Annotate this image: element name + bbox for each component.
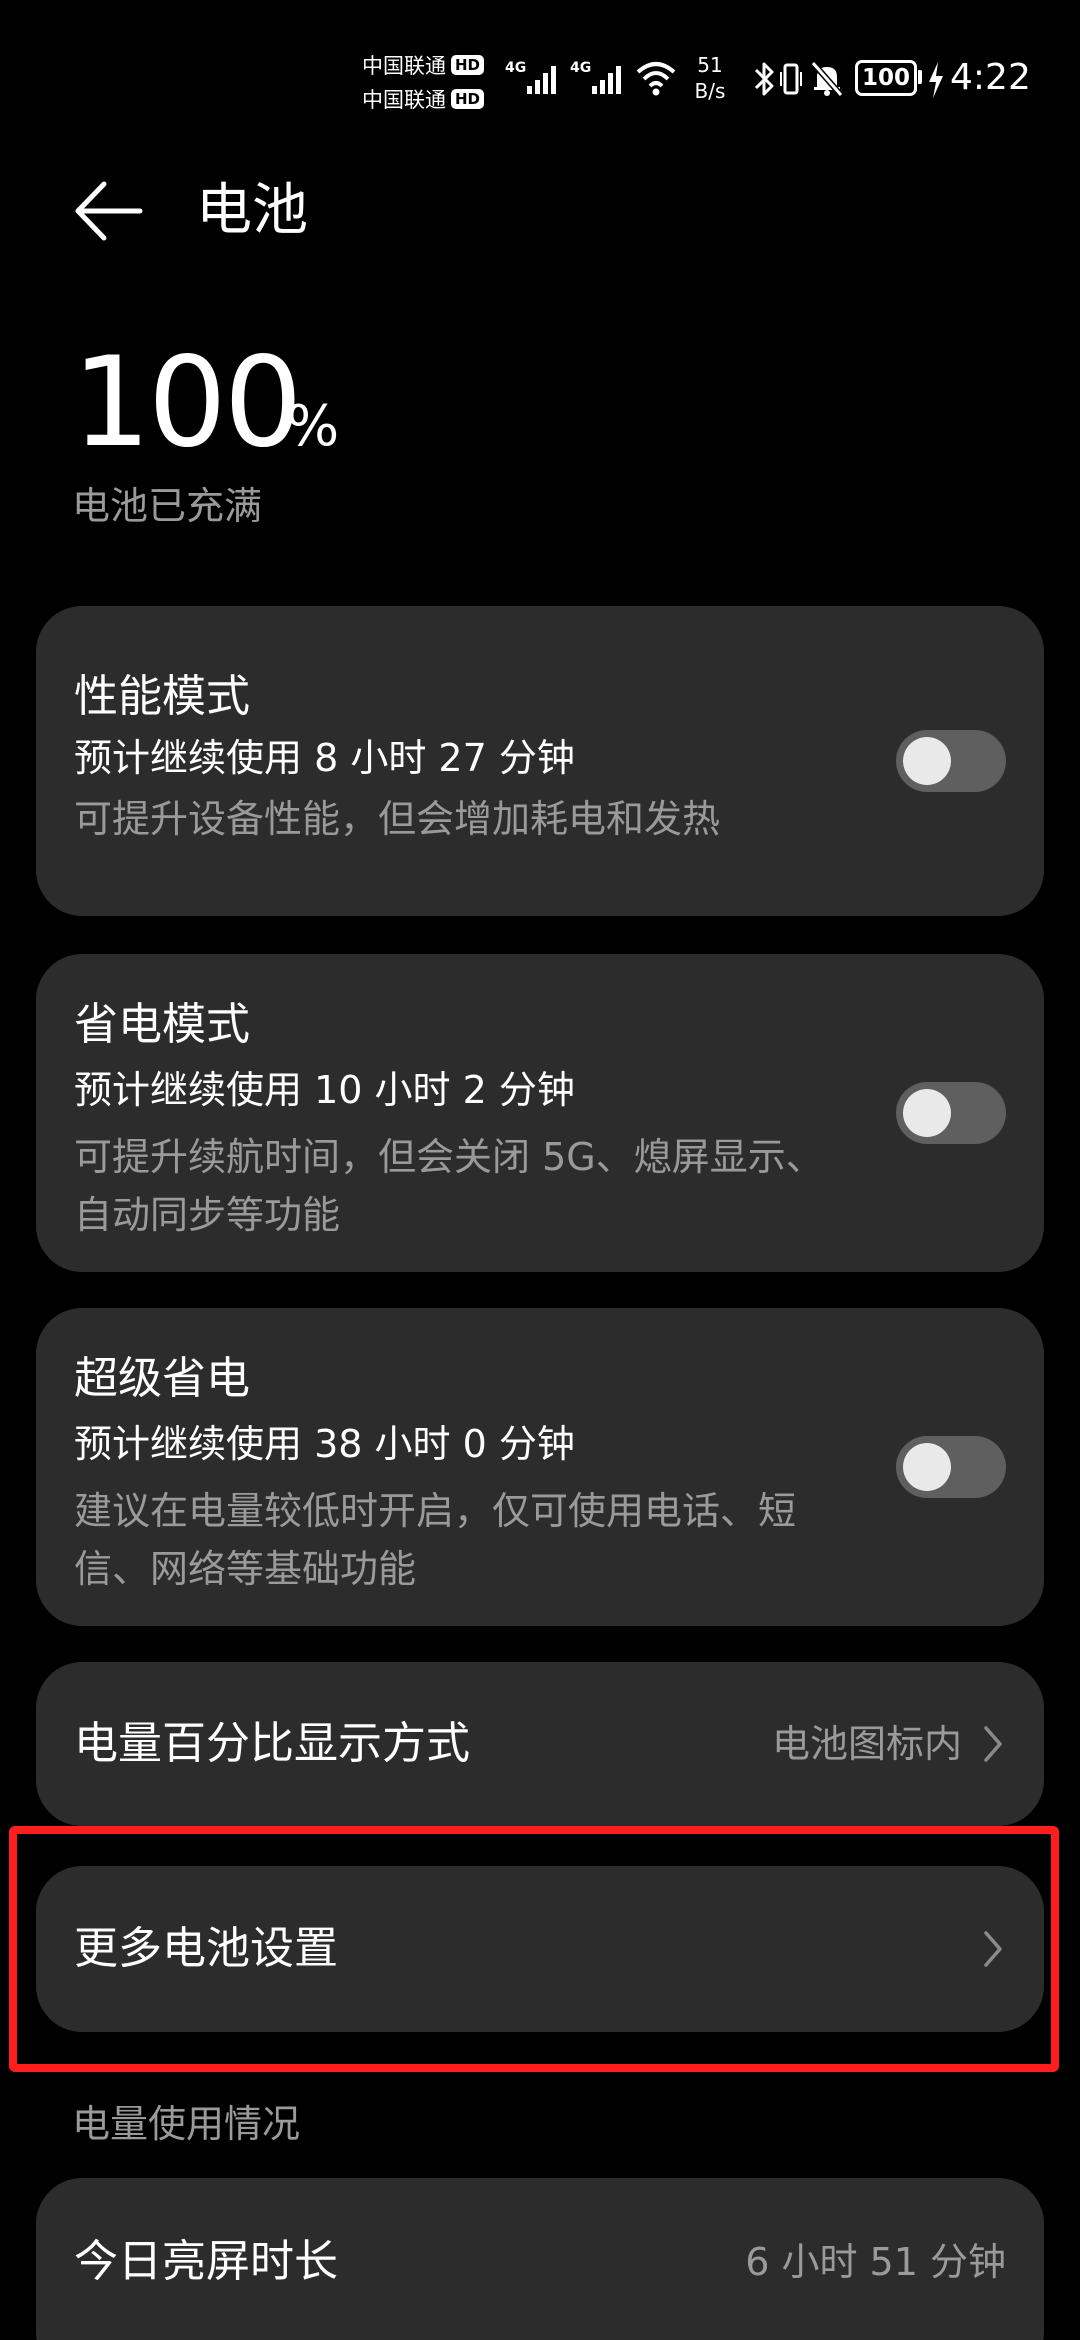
chevron-right-icon <box>984 1726 1002 1762</box>
carrier-info: 中国联通 HD 中国联通 HD <box>362 48 494 116</box>
mode-description: 可提升续航时间，但会关闭 5G、熄屏显示、自动同步等功能 <box>74 1135 824 1237</box>
carrier-name: 中国联通 <box>362 54 446 78</box>
bluetooth-icon <box>754 62 774 96</box>
clock: 4:22 <box>950 57 1031 98</box>
charging-bolt-icon <box>929 62 943 98</box>
signal-4g-icon: 4G <box>570 60 621 94</box>
row-label: 电量百分比显示方式 <box>74 1718 470 1769</box>
section-header: 电量使用情况 <box>72 2102 301 2146</box>
row-value: 电池图标内 <box>771 1722 962 1766</box>
mode-title: 超级省电 <box>74 1353 250 1404</box>
power-saving-toggle[interactable] <box>896 1082 1006 1144</box>
battery-status: 电池已充满 <box>72 484 263 528</box>
speed-value: 51 <box>697 53 723 77</box>
mode-estimate: 预计继续使用 8 小时 27 分钟 <box>74 736 575 780</box>
speed-unit: B/s <box>694 79 726 103</box>
hd-badge: HD <box>451 55 485 75</box>
toggle-knob <box>903 1443 951 1491</box>
mode-title: 省电模式 <box>74 999 250 1050</box>
battery-icon: 100 <box>855 60 917 96</box>
mode-description: 建议在电量较低时开启，仅可使用电话、短信、网络等基础功能 <box>74 1489 797 1591</box>
hd-badge: HD <box>451 89 485 109</box>
wifi-icon <box>636 62 676 96</box>
battery-percent: 100 <box>72 331 303 475</box>
highlight-box <box>9 1826 1059 2072</box>
mode-title: 性能模式 <box>74 671 250 722</box>
ultra-power-saving-card: 超级省电 预计继续使用 38 小时 0 分钟 建议在电量较低时开启，仅可使用电话… <box>36 1308 1044 1626</box>
toggle-knob <box>903 1089 951 1137</box>
performance-mode-card: 性能模式 预计继续使用 8 小时 27 分钟 可提升设备性能，但会增加耗电和发热 <box>36 606 1044 916</box>
mute-bell-icon <box>810 61 844 97</box>
battery-tip <box>918 70 922 84</box>
ultra-power-saving-toggle[interactable] <box>896 1436 1006 1498</box>
row-value: 6 小时 51 分钟 <box>745 2240 1006 2284</box>
mode-estimate: 预计继续使用 10 小时 2 分钟 <box>74 1068 575 1112</box>
signal-4g-icon: 4G <box>505 60 556 94</box>
network-speed: 51 B/s <box>688 52 732 104</box>
mode-description: 可提升设备性能，但会增加耗电和发热 <box>74 797 721 841</box>
carrier-name: 中国联通 <box>362 88 446 112</box>
percentage-display-row[interactable]: 电量百分比显示方式 电池图标内 <box>36 1662 1044 1826</box>
svg-text:4G: 4G <box>570 60 591 76</box>
toggle-knob <box>903 737 951 785</box>
power-saving-card: 省电模式 预计继续使用 10 小时 2 分钟 可提升续航时间，但会关闭 5G、熄… <box>36 954 1044 1272</box>
page-title: 电池 <box>196 178 308 243</box>
screen-time-row[interactable]: 今日亮屏时长 6 小时 51 分钟 <box>36 2178 1044 2340</box>
performance-mode-toggle[interactable] <box>896 730 1006 792</box>
vibrate-icon <box>780 63 802 95</box>
percent-unit: % <box>286 394 340 459</box>
svg-text:4G: 4G <box>505 60 526 76</box>
row-label: 今日亮屏时长 <box>74 2236 338 2287</box>
status-bar: 中国联通 HD 中国联通 HD 4G 4G 51 B/s 100 4:22 <box>0 0 1080 150</box>
back-arrow-icon[interactable] <box>72 178 144 244</box>
mode-estimate: 预计继续使用 38 小时 0 分钟 <box>74 1422 575 1466</box>
